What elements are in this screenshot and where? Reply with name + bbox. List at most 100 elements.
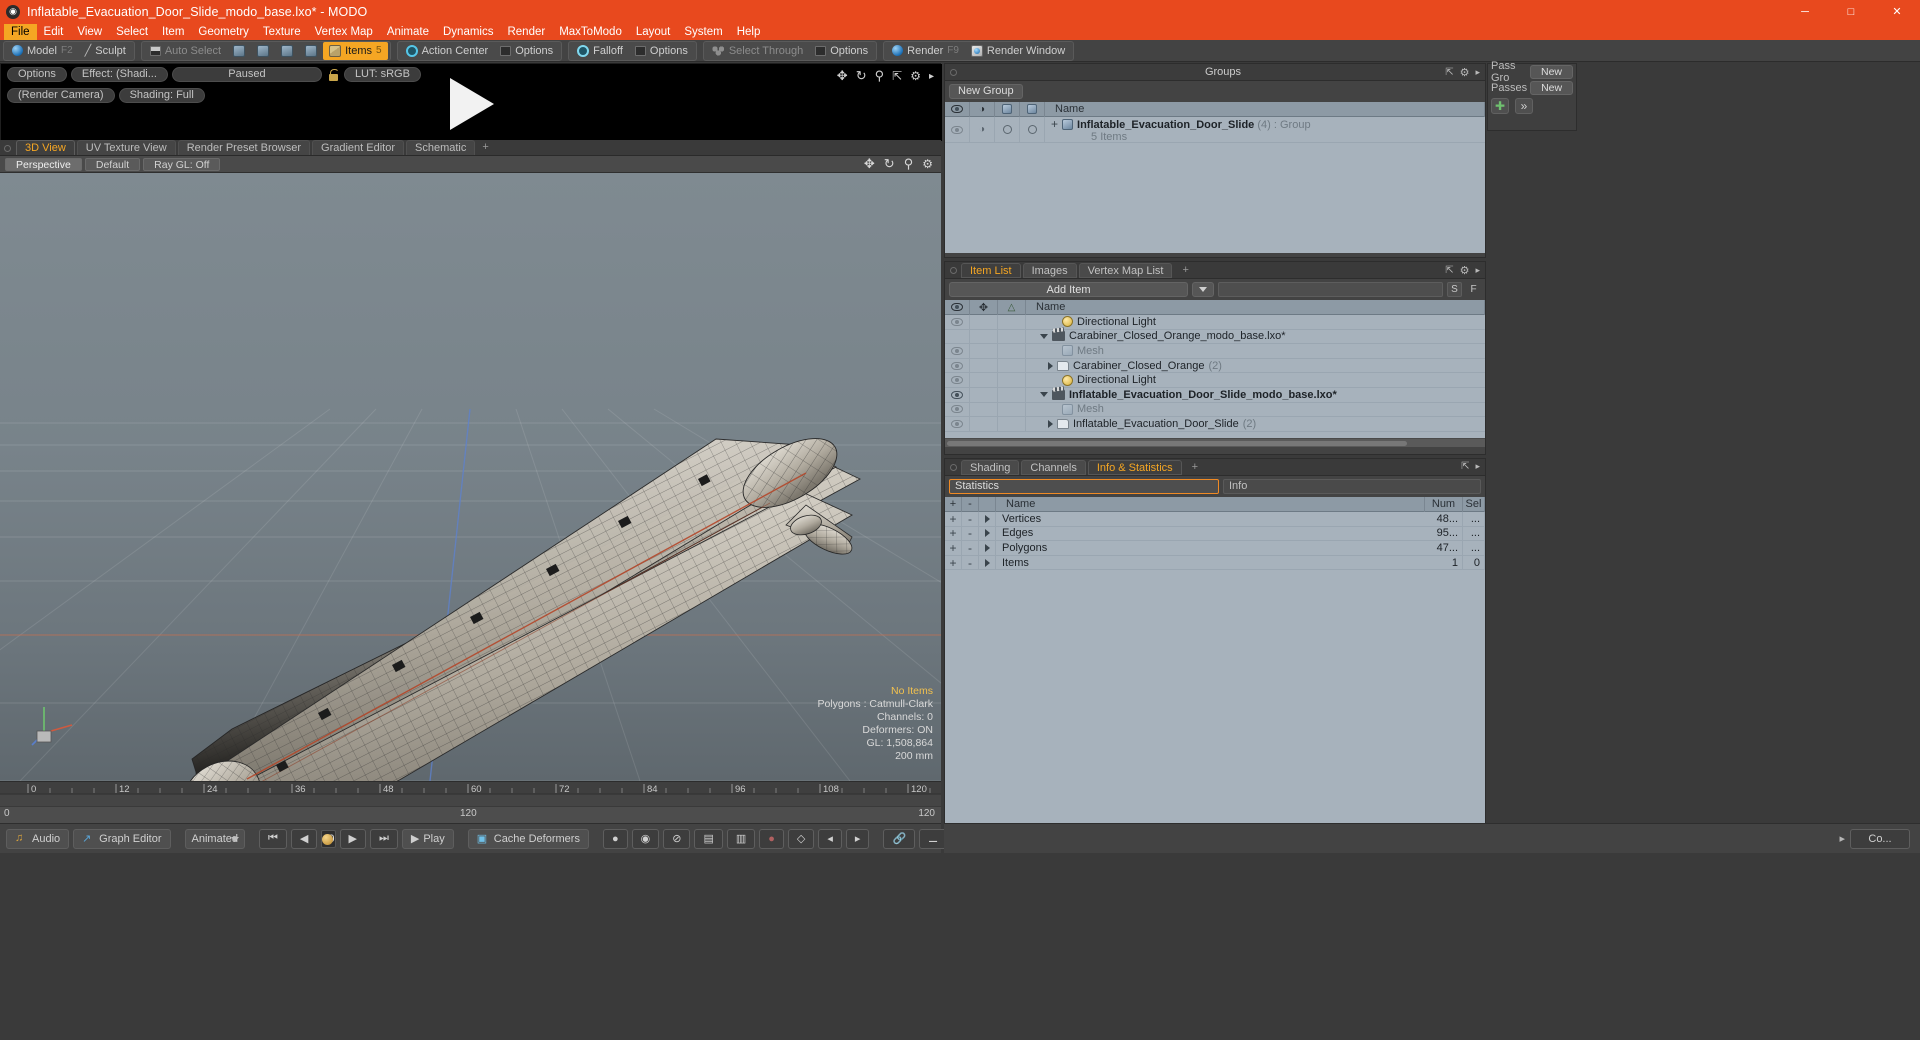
menu-view[interactable]: View <box>70 24 109 40</box>
tab-vertex-map-list[interactable]: Vertex Map List <box>1078 262 1173 278</box>
info-field[interactable]: Info <box>1223 479 1481 494</box>
3d-viewport[interactable]: No Items Polygons : Catmull-Clark Channe… <box>0 173 941 781</box>
auto-select-button[interactable]: Auto Select <box>144 42 227 60</box>
panel-dot-icon[interactable] <box>950 68 957 76</box>
falloff-options-button[interactable]: Options <box>629 42 694 60</box>
stat-name-cell[interactable]: Polygons <box>996 542 1425 554</box>
chevron-right-icon[interactable]: ▸ <box>1839 832 1845 845</box>
prev-key-button[interactable]: ◂ <box>818 828 842 849</box>
key-add-button[interactable]: ◇ <box>787 828 815 849</box>
menu-vertex-map[interactable]: Vertex Map <box>308 24 380 40</box>
item-list-body[interactable]: Directional Light Carabiner_Closed_Orange… <box>945 314 1485 438</box>
animated-dropdown[interactable]: Animated <box>184 828 245 849</box>
audio-button[interactable]: ♫ Audio <box>6 828 70 849</box>
row-shade-toggle[interactable]: ◑ <box>970 116 995 143</box>
shading-preset-button[interactable]: Default <box>84 157 141 171</box>
preview-effect-button[interactable]: Effect: (Shadi... <box>70 67 168 82</box>
expand-icon[interactable]: ⇱ <box>1445 67 1453 78</box>
lock-icon[interactable] <box>326 68 340 82</box>
menu-geometry[interactable]: Geometry <box>191 24 256 40</box>
stat-plus-button[interactable]: + <box>945 526 962 541</box>
col-eye-icon[interactable] <box>945 101 970 117</box>
expander-down-icon[interactable] <box>1040 392 1048 398</box>
timeline-ruler[interactable]: 0 12 24 36 48 60 72 84 96 108 120 <box>0 782 941 806</box>
stat-minus-button[interactable]: - <box>962 511 979 527</box>
info-panel-add-tab-button[interactable]: + <box>1184 460 1206 475</box>
viewport-tab-uv-texture-view[interactable]: UV Texture View <box>76 140 176 155</box>
menu-file[interactable]: File <box>4 23 37 40</box>
row-eye-toggle[interactable] <box>945 343 970 359</box>
frame-knob-icon[interactable] <box>321 833 333 845</box>
step-back-button[interactable]: ◀ <box>290 828 318 849</box>
range-end-button[interactable]: ▥ <box>726 828 756 849</box>
row-axis-toggle[interactable] <box>998 402 1026 417</box>
stat-expander-icon[interactable] <box>979 540 996 556</box>
gear-icon[interactable]: ⚙ <box>1460 66 1470 79</box>
vertex-mode-button[interactable] <box>227 42 251 60</box>
key-button[interactable]: ● <box>602 828 628 849</box>
stat-plus-button[interactable]: + <box>945 540 962 556</box>
expand-icon[interactable]: ⇱ <box>1461 461 1469 472</box>
col-eye-icon[interactable] <box>945 299 970 315</box>
item-list-row[interactable]: Inflatable_Evacuation_Door_Slide_modo_ba… <box>945 387 1485 403</box>
viewport-add-tab-button[interactable]: + <box>477 140 493 155</box>
menu-system[interactable]: System <box>677 24 729 40</box>
viewport-tab-3d-view[interactable]: 3D View <box>16 140 75 155</box>
item-list-row[interactable]: Inflatable_Evacuation_Door_Slide (2) <box>945 416 1485 432</box>
menu-help[interactable]: Help <box>730 24 768 40</box>
item-list-scrollbar[interactable] <box>945 438 1485 447</box>
row-move-toggle[interactable] <box>970 372 998 388</box>
statistics-body[interactable]: + - Vertices 48...... + - Edges 95...... + - Polyg… <box>945 511 1485 835</box>
row-axis-toggle[interactable] <box>998 314 1026 330</box>
expander-right-icon[interactable] <box>1048 419 1053 428</box>
row-eye-toggle[interactable] <box>945 329 970 344</box>
close-icon[interactable]: ✕ <box>1874 0 1920 23</box>
row-name-cell[interactable]: Inflatable_Evacuation_Door_Slide (2) <box>1026 418 1485 430</box>
gear-icon[interactable]: ⚙ <box>1460 264 1470 277</box>
stat-name-cell[interactable]: Vertices <box>996 513 1425 525</box>
row-axis-toggle[interactable] <box>998 372 1026 388</box>
groups-row[interactable]: ◑ + Inflatable_Evacuation_Door_Slide (4) :… <box>945 116 1485 143</box>
row-move-toggle[interactable] <box>970 358 998 373</box>
stat-minus-button[interactable]: - <box>962 555 979 570</box>
falloff-button[interactable]: Falloff <box>571 42 629 60</box>
menu-item[interactable]: Item <box>155 24 191 40</box>
lock-button[interactable]: ◉ <box>631 828 660 849</box>
viewport-tab-dot-icon[interactable] <box>4 145 11 152</box>
menu-maxtomodo[interactable]: MaxToModo <box>552 24 629 40</box>
zoom-icon[interactable]: ⚲ <box>904 156 914 172</box>
row-move-toggle[interactable] <box>970 402 998 417</box>
stat-expander-icon[interactable] <box>979 526 996 541</box>
skip-start-button[interactable]: ⏮ <box>259 828 287 849</box>
row-axis-toggle[interactable] <box>998 343 1026 359</box>
tab-channels[interactable]: Channels <box>1021 459 1086 475</box>
row-name-cell[interactable]: Carabiner_Closed_Orange (2) <box>1026 360 1485 372</box>
material-mode-button[interactable] <box>299 42 323 60</box>
maximize-icon[interactable]: □ <box>1828 0 1874 23</box>
menu-render[interactable]: Render <box>500 24 552 40</box>
col-axis-icon[interactable]: △ <box>998 299 1026 315</box>
stat-plus-button[interactable]: + <box>945 511 962 527</box>
expander-down-icon[interactable] <box>1040 333 1048 339</box>
range-start-button[interactable]: ▤ <box>694 828 723 849</box>
menu-texture[interactable]: Texture <box>256 24 308 40</box>
row-solid-toggle[interactable] <box>1020 116 1045 143</box>
action-center-button[interactable]: Action Center <box>400 42 495 60</box>
new-group-button[interactable]: New Group <box>949 84 1023 99</box>
polygon-mode-button[interactable] <box>275 42 299 60</box>
row-eye-toggle[interactable] <box>945 116 970 143</box>
statistics-row[interactable]: + - Edges 95...... <box>945 526 1485 542</box>
row-eye-toggle[interactable] <box>945 358 970 373</box>
stat-minus-button[interactable]: - <box>962 526 979 541</box>
row-eye-toggle[interactable] <box>945 402 970 417</box>
panel-dot-icon[interactable] <box>950 463 957 471</box>
row-name-cell[interactable]: + Inflatable_Evacuation_Door_Slide (4) : … <box>1045 117 1485 143</box>
item-list-row[interactable]: Carabiner_Closed_Orange (2) <box>945 358 1485 374</box>
row-name-cell[interactable]: Inflatable_Evacuation_Door_Slide_modo_ba… <box>1026 389 1485 401</box>
stat-name-cell[interactable]: Items <box>996 557 1425 569</box>
gear-icon[interactable]: ⚙ <box>922 157 933 171</box>
statistics-row[interactable]: + - Items 1 0 <box>945 555 1485 571</box>
tab-shading[interactable]: Shading <box>961 459 1020 475</box>
filter-s-button[interactable]: S <box>1447 282 1462 297</box>
row-eye-toggle[interactable] <box>945 372 970 388</box>
